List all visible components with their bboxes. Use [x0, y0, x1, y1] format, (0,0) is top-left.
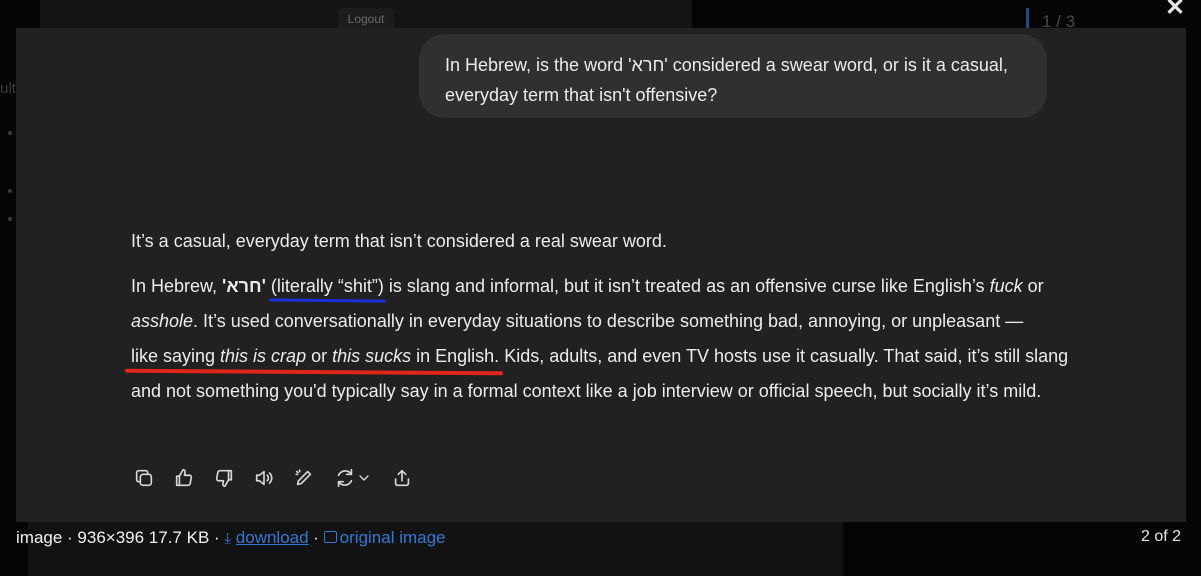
copy-icon: [135, 469, 153, 487]
background-bullet: [8, 217, 12, 221]
answer-text: is slang and informal, but it isn’t trea…: [383, 276, 990, 296]
image-meta: 936×396 17.7 KB: [77, 528, 210, 547]
image-viewer: In Hebrew, is the word 'חרא' considered …: [16, 28, 1186, 522]
thumbs-up-icon: [175, 468, 193, 487]
caption-label: image: [16, 528, 63, 547]
caption-separator: ·: [308, 528, 324, 547]
regenerate-button[interactable]: [331, 465, 375, 491]
background-logout-button: Logout: [338, 8, 394, 30]
emphasis-word: asshole: [131, 311, 194, 331]
original-image-link[interactable]: original image: [340, 528, 446, 547]
background-scroll-indicator: [1026, 8, 1029, 30]
download-link[interactable]: download: [236, 528, 309, 547]
share-icon: [394, 469, 410, 487]
hebrew-word: 'חרא': [222, 276, 266, 296]
background-bullet: [8, 131, 12, 135]
read-aloud-button[interactable]: [251, 465, 277, 491]
answer-text: like saying: [131, 346, 221, 366]
caption-separator: ·: [209, 528, 225, 547]
image-caption: image · 936×396 17.7 KB · ⤓ download · o…: [16, 528, 446, 548]
read-aloud-icon: [255, 470, 273, 486]
close-button[interactable]: ✕: [1160, 0, 1190, 22]
red-underlined-phrase: like saying this is crap or this sucks i…: [131, 339, 499, 374]
emphasis-phrase: this sucks: [332, 346, 412, 366]
copy-button[interactable]: [131, 465, 157, 491]
answer-text: or: [1022, 276, 1044, 296]
background-side-text: ult: [0, 80, 16, 97]
bad-response-button[interactable]: [211, 465, 237, 491]
user-message-bubble: In Hebrew, is the word 'חרא' considered …: [419, 34, 1047, 118]
assistant-answer: It’s a casual, everyday term that isn’t …: [131, 224, 1091, 409]
background-bullet: [8, 189, 12, 193]
lightbox: Logout 1 / 3 ult ✕ In Hebrew, is the wor…: [0, 0, 1201, 576]
edit-icon: [295, 469, 312, 486]
answer-text: in English.: [411, 346, 500, 366]
answer-body: In Hebrew, 'חרא' (literally “shit”) is s…: [131, 269, 1091, 409]
edit-button[interactable]: [291, 465, 317, 491]
message-actions: [131, 464, 429, 492]
chevron-down-icon: [359, 475, 369, 481]
image-icon: [323, 531, 337, 543]
emphasis-word: fuck: [989, 276, 1023, 296]
blue-underlined-literal: (literally “shit”): [271, 269, 384, 304]
emphasis-phrase: this is crap: [220, 346, 307, 366]
download-icon: ⤓: [224, 530, 232, 547]
answer-text: In Hebrew,: [131, 276, 223, 296]
thumbs-down-icon: [215, 469, 233, 488]
image-counter: 2 of 2: [1141, 528, 1182, 545]
answer-summary: It’s a casual, everyday term that isn’t …: [131, 231, 667, 251]
caption-separator: ·: [62, 528, 78, 547]
answer-text: or: [306, 346, 333, 366]
share-button[interactable]: [389, 465, 415, 491]
answer-text: . It’s used conversationally in everyday…: [193, 311, 1024, 331]
good-response-button[interactable]: [171, 465, 197, 491]
regenerate-icon: [337, 468, 353, 488]
